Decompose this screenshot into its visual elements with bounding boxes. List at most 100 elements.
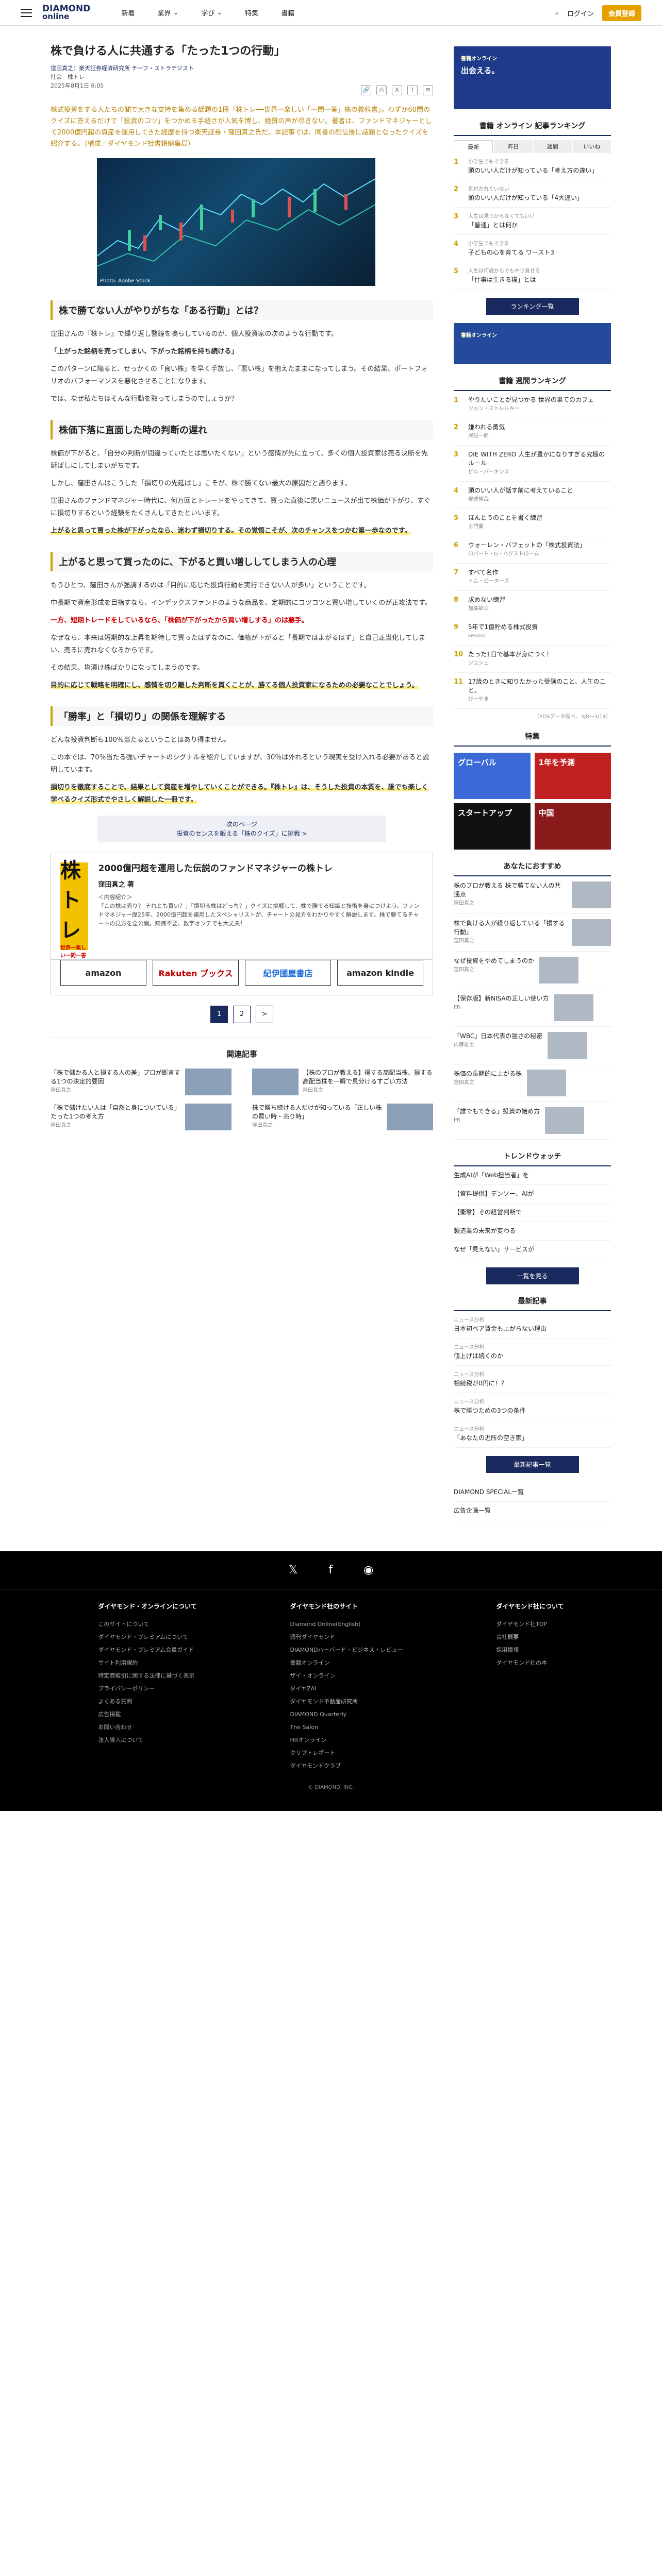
nav-feature[interactable]: 特集 (245, 8, 258, 18)
footer-link[interactable]: DIAMONDハーバード・ビジネス・レビュー (290, 1643, 403, 1656)
ranking-item[interactable]: 3 人生は見つからなくてもいい 「普通」とは何か (454, 208, 611, 235)
weekly-item[interactable]: 10 たった1日で基本が身につく！ ジョシュ (454, 646, 611, 673)
footer-link[interactable]: ダイヤモンド社TOP (496, 1618, 564, 1631)
trend-item[interactable]: なぜ「見えない」サービスが (454, 1241, 611, 1259)
login-link[interactable]: ログイン (567, 8, 594, 18)
tab-likes[interactable]: いいね (572, 140, 611, 153)
author-link[interactable]: 窪田真之：楽天証券経済研究所 チーフ・ストラテジスト (51, 65, 194, 72)
latest-item[interactable]: ニュース分析 株で勝つための3つの条件 (454, 1393, 611, 1420)
page-2[interactable]: 2 (233, 1006, 251, 1023)
tab-yesterday[interactable]: 昨日 (494, 140, 533, 153)
related-item[interactable]: 「株で儲かる人と損する人の差」プロが断言する1つの決定的要因 窪田真之 (51, 1069, 231, 1095)
related-item[interactable]: 株で勝ち続ける人だけが知っている「正しい株の買い時・売り時」 窪田真之 (252, 1104, 433, 1130)
footer-link[interactable]: このサイトについて (98, 1618, 196, 1631)
footer-link[interactable]: ダイヤモンド・プレミアム会員ガイド (98, 1643, 196, 1656)
footer-link[interactable]: 広告掲載 (98, 1708, 196, 1721)
related-item[interactable]: 「株で儲けたい人は「自然と身についている」たった1つの考え方 窪田真之 (51, 1104, 231, 1130)
category[interactable]: 社会 株トレ (51, 74, 85, 80)
footer-link[interactable]: ザイ・オンライン (290, 1669, 403, 1682)
tab-weekly[interactable]: 週間 (533, 140, 572, 153)
footer-link[interactable]: 採用情報 (496, 1643, 564, 1656)
weekly-item[interactable]: 6 ウォーレン・バフェットの「株式投資法」 ロバート・G・ハグストローム (454, 536, 611, 564)
footer-link[interactable]: ダイヤZAi (290, 1682, 403, 1695)
tab-latest[interactable]: 最新 (454, 140, 493, 153)
mail-icon[interactable]: ✉ (423, 85, 433, 95)
next-page-icon[interactable]: > (256, 1006, 273, 1023)
footer-link[interactable]: 書籍オンライン (290, 1656, 403, 1669)
site-logo[interactable]: DIAMOND online (42, 4, 90, 21)
nav-new[interactable]: 新着 (121, 8, 135, 18)
trend-item[interactable]: 【資料提供】デンソー、AIが (454, 1185, 611, 1204)
amazon-button[interactable]: amazon (60, 960, 146, 986)
nav-books[interactable]: 書籍 (281, 8, 294, 18)
latest-more-button[interactable]: 最新記事一覧 (486, 1456, 579, 1473)
footer-link[interactable]: クリプトレポート (290, 1747, 403, 1759)
footer-link[interactable]: Diamond Online(English) (290, 1618, 403, 1631)
weekly-item[interactable]: 3 DIE WITH ZERO 人生が豊かになりすぎる究極のルール ビル・パーキンス (454, 446, 611, 482)
footer-link[interactable]: プライバシーポリシー (98, 1682, 196, 1695)
ranking-more-button[interactable]: ランキング一覧 (486, 298, 579, 315)
ranking-item[interactable]: 2 気付かれていない 頭のいい人だけが知っている「4大違い」 (454, 180, 611, 208)
footer-link[interactable]: 週刊ダイヤモンド (290, 1631, 403, 1643)
facebook-icon[interactable]: f (328, 1564, 333, 1577)
menu-icon[interactable] (21, 8, 32, 17)
recommend-item[interactable]: 株のプロが教える 株で勝てない人の共通点 窪田真之 (454, 876, 611, 914)
footer-link[interactable]: DIAMOND Quarterly (290, 1708, 403, 1721)
footer-link[interactable]: ダイヤモンド不動産研究所 (290, 1695, 403, 1708)
recommend-item[interactable]: 【保存版】新NISAの正しい使い方 PR (454, 989, 611, 1027)
weekly-item[interactable]: 11 17歳のときに知りたかった受験のこと、人生のこと。 びーやま (454, 673, 611, 709)
register-button[interactable]: 会員登録 (602, 5, 641, 21)
ranking-item[interactable]: 4 小学生でもできる 子どもの心を育てる ワースト3 (454, 235, 611, 262)
facebook-icon[interactable]: f (407, 85, 418, 95)
rss-icon[interactable]: ◉ (363, 1564, 373, 1577)
special-link[interactable]: DIAMOND SPECIAL一覧 (454, 1483, 611, 1502)
weekly-item[interactable]: 7 すべて名作 トム・ピーターズ (454, 564, 611, 591)
x-icon[interactable]: 𝕏 (289, 1564, 298, 1577)
feature-card[interactable]: 中国 (534, 803, 611, 850)
footer-link[interactable]: HRオンライン (290, 1734, 403, 1747)
weekly-item[interactable]: 5 ほんとうのことを書く練習 土門蘭 (454, 509, 611, 536)
nav-learn[interactable]: 学び ⌄ (201, 8, 222, 18)
kindle-button[interactable]: amazon kindle (337, 960, 423, 986)
recommend-item[interactable]: 「誰でもできる」投資の始め方 PR (454, 1102, 611, 1140)
search-icon[interactable]: ⌕ (555, 9, 559, 17)
nav-industry[interactable]: 業界 ⌄ (157, 8, 178, 18)
footer-link[interactable]: ダイヤモンドクラブ (290, 1759, 403, 1772)
recommend-item[interactable]: 株で負ける人が繰り返している「損する行動」 窪田真之 (454, 914, 611, 952)
trend-item[interactable]: 製造業の未来が変わる (454, 1222, 611, 1241)
latest-item[interactable]: ニュース分析 「あなたの近所の空き家」 (454, 1420, 611, 1448)
latest-item[interactable]: ニュース分析 相続税が0円に！？ (454, 1366, 611, 1393)
books-online-banner[interactable]: 書籍オンライン 出会える。 (454, 46, 611, 109)
recommend-item[interactable]: 「WBC」日本代表の強さの秘密 内藤雄士 (454, 1027, 611, 1064)
link-icon[interactable]: 🔗 (361, 85, 371, 95)
feature-card[interactable]: グローバル (454, 753, 531, 799)
footer-link[interactable]: よくある質問 (98, 1695, 196, 1708)
weekly-item[interactable]: 8 求めない練習 加藤諦三 (454, 591, 611, 618)
latest-item[interactable]: ニュース分析 日本初ベア賃金も上がらない理由 (454, 1311, 611, 1338)
ranking-item[interactable]: 1 小学生でもできる 頭のいい人だけが知っている「考え方の違い」 (454, 153, 611, 180)
rakuten-button[interactable]: Rakuten ブックス (153, 960, 239, 986)
footer-link[interactable]: 特定商取引に関する法律に基づく表示 (98, 1669, 196, 1682)
weekly-item[interactable]: 2 嫌われる勇気 岸見一郎 (454, 418, 611, 446)
ads-link[interactable]: 広告企画一覧 (454, 1502, 611, 1520)
footer-link[interactable]: 法人導入について (98, 1734, 196, 1747)
feature-card[interactable]: 1年を予測 (534, 753, 611, 799)
footer-link[interactable]: お問い合わせ (98, 1721, 196, 1734)
recommend-item[interactable]: 株価の長期的に上がる株 窪田真之 (454, 1064, 611, 1102)
next-page-link[interactable]: 次のページ 投資のセンスを鍛える「株のクイズ」に挑戦 > (97, 816, 386, 842)
page-1[interactable]: 1 (210, 1006, 228, 1023)
footer-link[interactable]: ダイヤモンド社の本 (496, 1656, 564, 1669)
footer-link[interactable]: The Salon (290, 1721, 403, 1734)
latest-item[interactable]: ニュース分析 値上げは続くのか (454, 1338, 611, 1366)
footer-link[interactable]: ダイヤモンド・プレミアムについて (98, 1631, 196, 1643)
related-item[interactable]: 【株のプロが教える】得する高配当株、損する高配当株を一瞬で見分けるすごい方法 窪田… (252, 1069, 433, 1095)
x-icon[interactable]: X (392, 85, 402, 95)
trend-more-button[interactable]: 一覧を見る (486, 1267, 579, 1284)
weekly-item[interactable]: 9 5年で1億貯める株式投資 kenmo (454, 618, 611, 646)
weekly-item[interactable]: 1 やりたいことが見つかる 世界の果てのカフェ ジョン・ストレルキー (454, 391, 611, 418)
book-cover[interactable]: 株トレ 世界一楽しい一問一答 (60, 859, 88, 959)
footer-link[interactable]: 会社概要 (496, 1631, 564, 1643)
recommend-item[interactable]: なぜ投資をやめてしまうのか 窪田真之 (454, 952, 611, 989)
feature-card[interactable]: スタートアップ (454, 803, 531, 850)
books-online-banner-2[interactable]: 書籍オンライン (454, 323, 611, 364)
